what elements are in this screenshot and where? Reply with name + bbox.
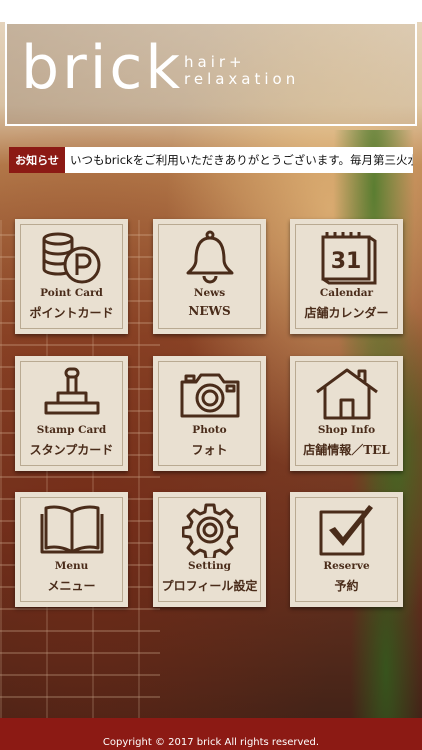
tile-label-ja: 店舗情報／TEL bbox=[303, 443, 390, 457]
tile-setting[interactable]: Setting プロフィール設定 bbox=[153, 492, 266, 607]
tile-label-ja: ポイントカード bbox=[29, 306, 114, 320]
stamp-icon bbox=[44, 367, 99, 415]
calendar-day: 31 bbox=[330, 249, 361, 274]
footer: Copyright © 2017 brick All rights reserv… bbox=[0, 718, 422, 750]
tile-label-en: Reserve bbox=[323, 560, 370, 572]
tile-menu[interactable]: Menu メニュー bbox=[15, 492, 128, 607]
tile-label-en: Point Card bbox=[40, 287, 103, 299]
logo-tagline: hair+ relaxation bbox=[184, 54, 299, 88]
tile-shop-info[interactable]: Shop Info 店舗情報／TEL bbox=[290, 356, 403, 471]
gear-icon bbox=[181, 503, 238, 558]
tile-label-en: Calendar bbox=[319, 287, 374, 299]
logo-tagline-line1: hair+ bbox=[184, 53, 246, 71]
tile-label-ja: 店舗カレンダー bbox=[304, 306, 389, 320]
tile-label-en: Photo bbox=[192, 424, 227, 436]
tile-point-card[interactable]: Point Card ポイントカード bbox=[15, 219, 128, 334]
logo-tagline-line2: relaxation bbox=[184, 70, 300, 88]
header-logo-panel: brick hair+ relaxation bbox=[5, 22, 417, 126]
tile-label-en: Menu bbox=[54, 560, 89, 572]
tile-reserve[interactable]: Reserve 予約 bbox=[290, 492, 403, 607]
tile-news[interactable]: News NEWS bbox=[153, 219, 266, 334]
copyright-text: Copyright © 2017 brick All rights reserv… bbox=[102, 737, 320, 748]
book-icon bbox=[40, 505, 103, 554]
status-bar-strip bbox=[0, 0, 422, 22]
tile-label-en: Setting bbox=[188, 560, 231, 572]
tile-label-ja: スタンプカード bbox=[29, 443, 114, 457]
tile-calendar[interactable]: 31 Calendar 店舗カレンダー bbox=[290, 219, 403, 334]
tile-label-ja: プロフィール設定 bbox=[161, 579, 258, 593]
calendar-icon: 31 bbox=[321, 232, 376, 285]
tile-label-ja: フォト bbox=[191, 443, 228, 457]
house-icon bbox=[315, 368, 378, 420]
coins-icon bbox=[42, 232, 100, 284]
ticker-label: お知らせ bbox=[9, 147, 65, 173]
tile-photo[interactable]: Photo フォト bbox=[153, 356, 266, 471]
checkbox-icon bbox=[319, 505, 373, 556]
news-ticker[interactable]: お知らせ いつもbrickをご利用いただきありがとうございます。毎月第三火水連休… bbox=[9, 147, 413, 173]
tile-label-en: Shop Info bbox=[317, 424, 376, 436]
camera-icon bbox=[180, 373, 239, 418]
ticker-text[interactable]: いつもbrickをご利用いただきありがとうございます。毎月第三火水連休を頂 bbox=[65, 147, 413, 173]
tile-label-ja: メニュー bbox=[47, 579, 96, 593]
tile-label-ja: 予約 bbox=[334, 579, 359, 593]
tile-label-en: News bbox=[193, 287, 226, 299]
bell-icon bbox=[186, 230, 233, 284]
tile-label-ja: NEWS bbox=[188, 304, 231, 318]
logo-brick: brick bbox=[21, 33, 184, 103]
tile-stamp-card[interactable]: Stamp Card スタンプカード bbox=[15, 356, 128, 471]
tile-label-en: Stamp Card bbox=[36, 424, 107, 436]
